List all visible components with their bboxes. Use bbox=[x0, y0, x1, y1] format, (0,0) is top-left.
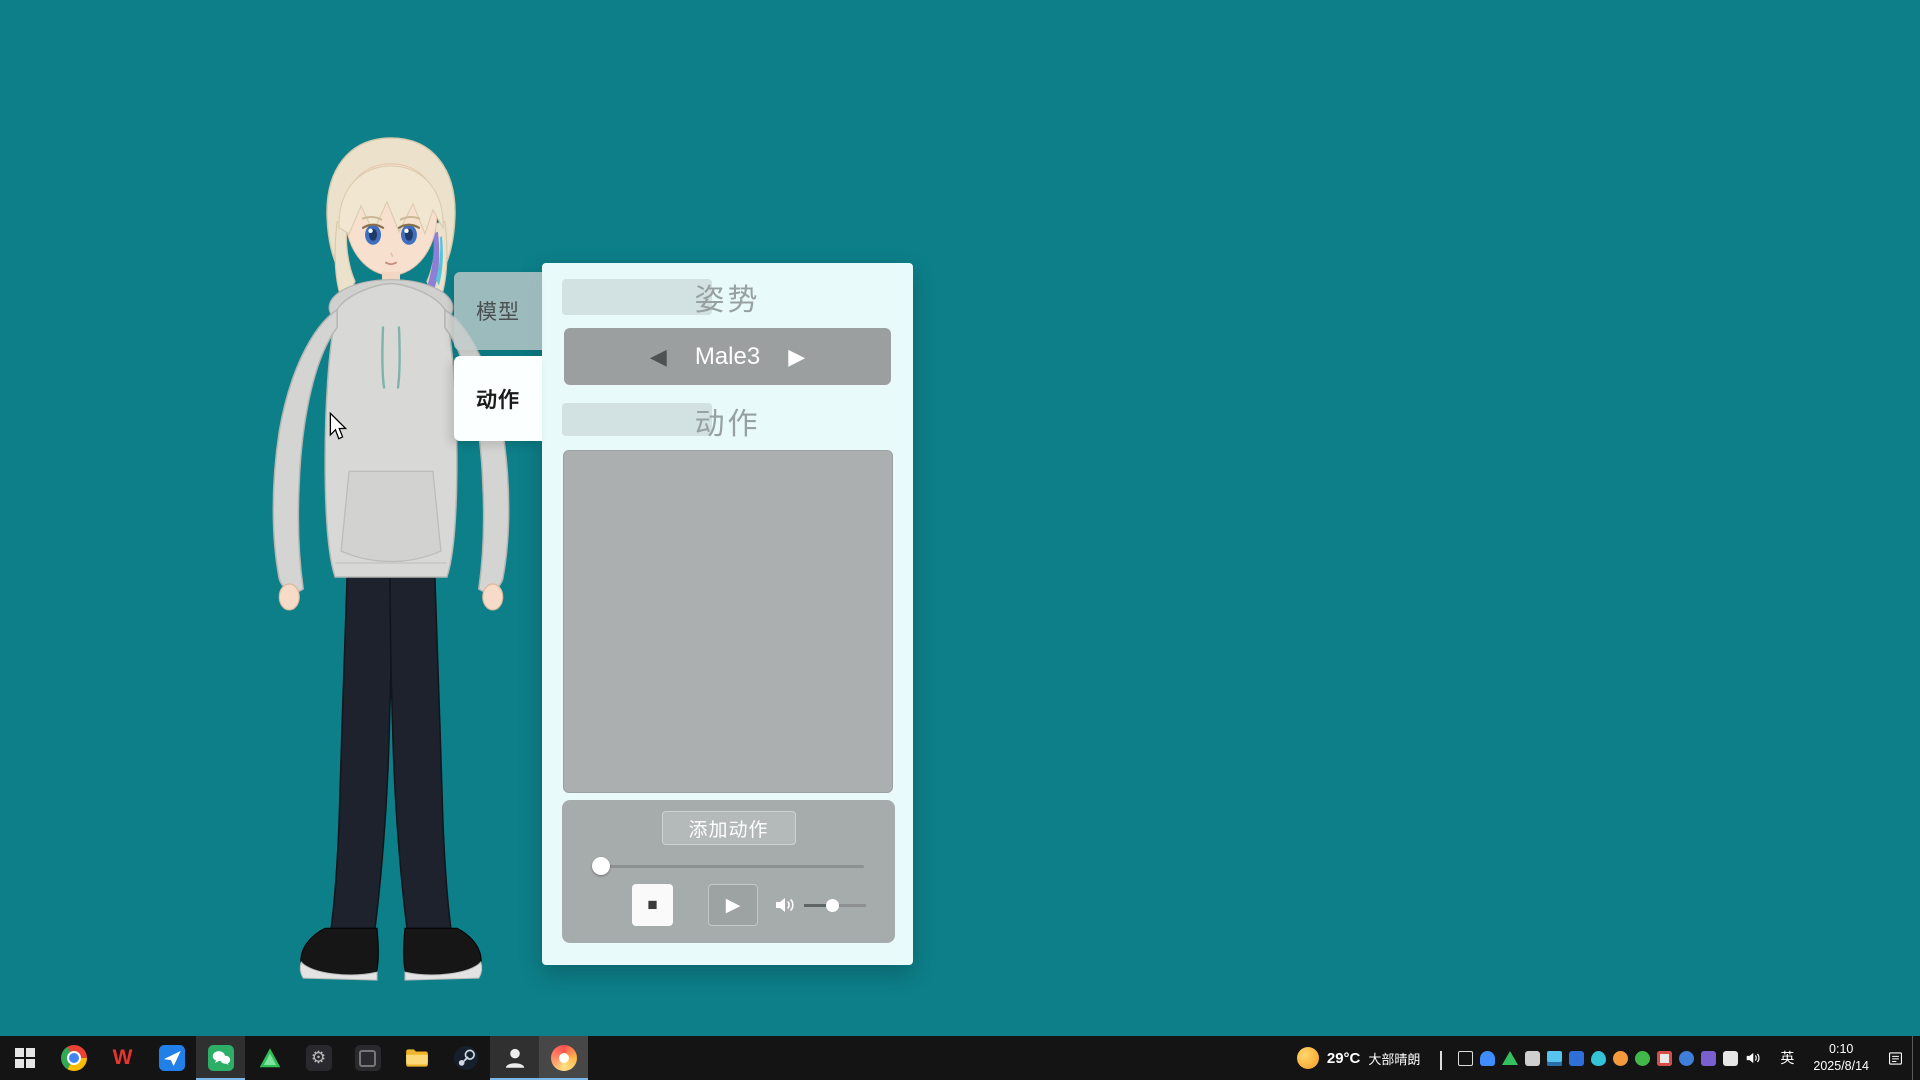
tray-icon-4[interactable] bbox=[1525, 1051, 1540, 1066]
next-pose-button[interactable]: ▶ bbox=[788, 346, 805, 368]
progress-track bbox=[592, 865, 864, 868]
avatar-app-taskbar-button[interactable] bbox=[490, 1036, 539, 1080]
hoodie-pocket bbox=[341, 471, 441, 561]
weather-icon bbox=[1297, 1047, 1319, 1069]
taskbar-clock[interactable]: 0:10 2025/8/14 bbox=[1803, 1036, 1879, 1080]
action-center-button[interactable] bbox=[1879, 1036, 1912, 1080]
panel-side-tabs: 模型 动作 bbox=[454, 272, 542, 441]
action-center-icon bbox=[1887, 1050, 1904, 1067]
vup-app-taskbar-button[interactable] bbox=[539, 1036, 588, 1080]
pose-value: Male3 bbox=[695, 343, 760, 371]
action-title: 动作 bbox=[542, 399, 913, 443]
volume-thumb[interactable] bbox=[826, 899, 839, 912]
stop-button[interactable]: ■ bbox=[632, 884, 673, 926]
volume-tray-icon[interactable] bbox=[1745, 1050, 1763, 1066]
tab-action[interactable]: 动作 bbox=[454, 356, 542, 441]
weather-desc: 大部晴朗 bbox=[1368, 1049, 1420, 1068]
prev-pose-button[interactable]: ◀ bbox=[650, 346, 667, 368]
wps-taskbar-button[interactable]: W bbox=[98, 1036, 147, 1080]
tray-icon-13[interactable] bbox=[1723, 1051, 1738, 1066]
hand-left bbox=[279, 584, 299, 610]
tray-icon-1[interactable] bbox=[1458, 1051, 1473, 1066]
tray-icon-9[interactable] bbox=[1635, 1051, 1650, 1066]
progress-slider[interactable] bbox=[592, 856, 864, 876]
steam-taskbar-button[interactable] bbox=[441, 1036, 490, 1080]
show-desktop-button[interactable] bbox=[1912, 1036, 1920, 1080]
green-triangle-app-icon bbox=[257, 1045, 283, 1071]
chrome-icon bbox=[61, 1045, 87, 1071]
green-triangle-taskbar-button[interactable] bbox=[245, 1036, 294, 1080]
tray-icon-3[interactable] bbox=[1502, 1051, 1518, 1065]
messenger-taskbar-button[interactable] bbox=[147, 1036, 196, 1080]
start-button[interactable] bbox=[0, 1036, 49, 1080]
gear-icon: ⚙ bbox=[306, 1045, 332, 1071]
volume-icon[interactable] bbox=[774, 894, 798, 916]
add-action-button[interactable]: 添加动作 bbox=[662, 811, 796, 845]
file-explorer-icon bbox=[404, 1045, 430, 1071]
pants-right bbox=[390, 577, 451, 928]
pants-left bbox=[331, 577, 392, 928]
system-tray bbox=[1432, 1036, 1771, 1080]
mouse-cursor bbox=[328, 412, 348, 440]
windows-logo-icon bbox=[15, 1048, 35, 1068]
steam-icon bbox=[453, 1045, 479, 1071]
tray-icon-5[interactable] bbox=[1547, 1051, 1562, 1066]
tray-expand-chevron-icon[interactable] bbox=[1440, 1053, 1451, 1064]
vup-app-icon bbox=[551, 1045, 577, 1071]
ime-indicator[interactable]: 英 bbox=[1771, 1036, 1803, 1080]
dark-app-taskbar-button[interactable] bbox=[343, 1036, 392, 1080]
desktop: 模型 动作 姿势 ◀ Male3 ▶ 动作 添加动作 ■ ▶ bbox=[0, 0, 1920, 1080]
messenger-app-icon bbox=[159, 1045, 185, 1071]
dark-app-icon bbox=[355, 1045, 381, 1071]
wps-icon: W bbox=[113, 1046, 133, 1070]
person-icon bbox=[502, 1045, 528, 1071]
play-icon: ▶ bbox=[726, 894, 741, 917]
chrome-taskbar-button[interactable] bbox=[49, 1036, 98, 1080]
player-controls: 添加动作 ■ ▶ bbox=[562, 800, 895, 943]
volume-slider[interactable] bbox=[804, 896, 866, 914]
tray-icon-11[interactable] bbox=[1679, 1051, 1694, 1066]
play-button[interactable]: ▶ bbox=[708, 884, 758, 926]
taskbar-tray-area: 29°C 大部晴朗 bbox=[1285, 1036, 1920, 1080]
clock-date: 2025/8/14 bbox=[1813, 1058, 1869, 1076]
hand-right bbox=[483, 584, 503, 610]
tray-icon-12[interactable] bbox=[1701, 1051, 1716, 1066]
taskbar: W bbox=[0, 1036, 1920, 1080]
tray-icon-8[interactable] bbox=[1613, 1051, 1628, 1066]
pose-title: 姿势 bbox=[542, 275, 913, 319]
tray-icon-6[interactable] bbox=[1569, 1051, 1584, 1066]
control-panel: 姿势 ◀ Male3 ▶ 动作 添加动作 ■ ▶ bbox=[542, 263, 913, 965]
wechat-icon bbox=[208, 1045, 234, 1071]
weather-temp: 29°C bbox=[1327, 1050, 1361, 1067]
wechat-taskbar-button[interactable] bbox=[196, 1036, 245, 1080]
tray-icon-10[interactable] bbox=[1657, 1051, 1672, 1066]
file-explorer-taskbar-button[interactable] bbox=[392, 1036, 441, 1080]
tab-model[interactable]: 模型 bbox=[454, 272, 542, 350]
stop-icon: ■ bbox=[647, 895, 657, 915]
action-list[interactable] bbox=[563, 450, 893, 793]
taskbar-app-area: W bbox=[0, 1036, 588, 1080]
clock-time: 0:10 bbox=[1813, 1041, 1869, 1059]
tray-icon-2[interactable] bbox=[1480, 1051, 1495, 1066]
pose-selector: ◀ Male3 ▶ bbox=[564, 328, 891, 385]
progress-thumb[interactable] bbox=[592, 857, 610, 875]
weather-widget[interactable]: 29°C 大部晴朗 bbox=[1285, 1036, 1433, 1080]
tray-icon-7[interactable] bbox=[1591, 1051, 1606, 1066]
character-model[interactable] bbox=[236, 132, 546, 1010]
settings-app-taskbar-button[interactable]: ⚙ bbox=[294, 1036, 343, 1080]
